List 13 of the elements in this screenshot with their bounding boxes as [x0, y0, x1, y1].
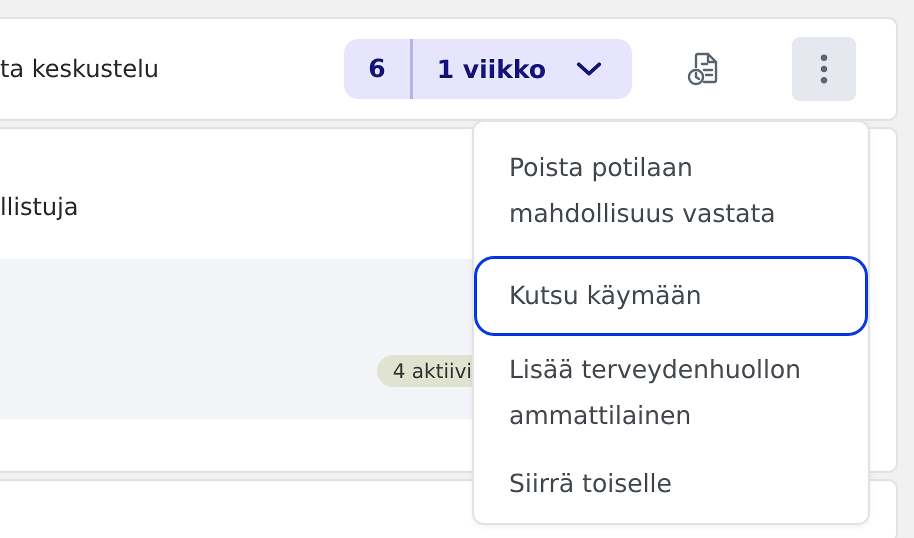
menu-item[interactable]: Kutsu käymään	[474, 256, 868, 336]
conversation-title: ta keskustelu	[0, 55, 160, 83]
period-selector[interactable]: 6 1 viikko	[344, 39, 632, 99]
count-label: 6	[344, 39, 413, 99]
menu-item[interactable]: Siirrä toiselle	[474, 454, 868, 522]
more-options-button[interactable]	[792, 37, 856, 101]
status-badge: 4 aktiivi	[376, 355, 472, 387]
kebab-icon	[820, 54, 828, 84]
chevron-down-icon	[576, 61, 602, 77]
period-label: 1 viikko	[436, 54, 547, 84]
menu-item[interactable]: Poista potilaan mahdollisuus vastata	[474, 138, 868, 252]
participants-title: llistuja	[0, 193, 79, 221]
menu-item[interactable]: Lisää terveydenhuollon ammattilainen	[474, 340, 868, 454]
